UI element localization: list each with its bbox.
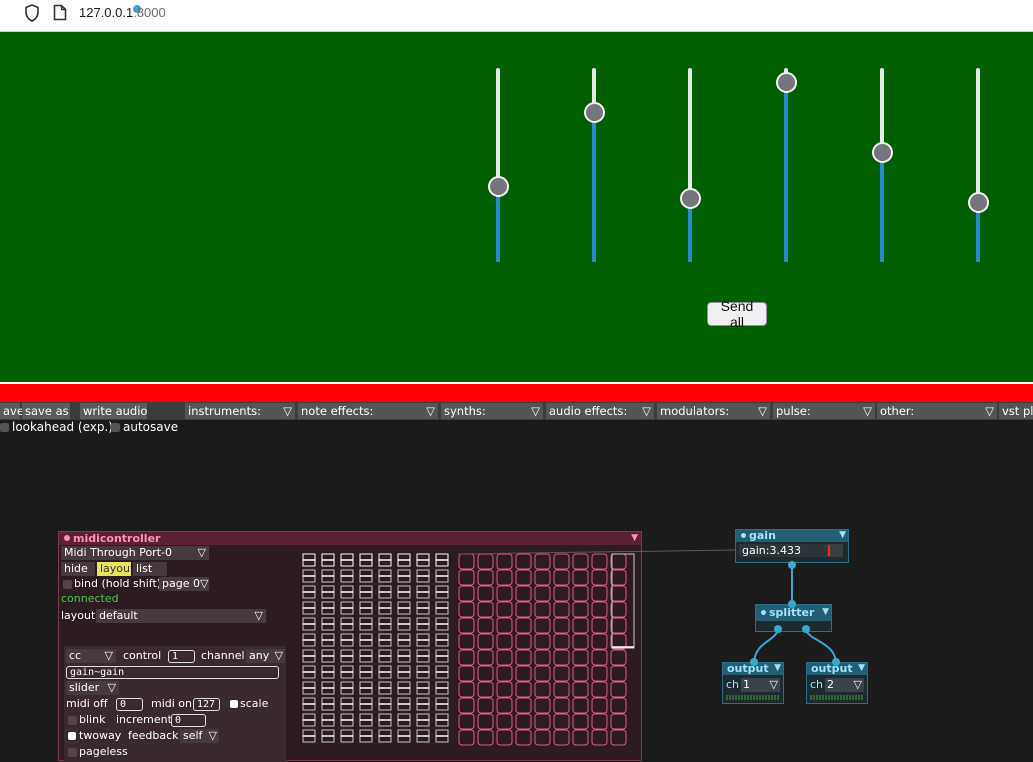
channel-dropdown[interactable]: 1 ▽ bbox=[741, 678, 780, 692]
channel-value: 2 bbox=[827, 678, 834, 691]
synths-dropdown[interactable]: synths: ▽ bbox=[441, 403, 543, 419]
gain-slider-marker bbox=[828, 545, 830, 556]
note-effects-dropdown[interactable]: note effects: ▽ bbox=[298, 403, 438, 419]
chevron-down-icon: ▽ bbox=[283, 404, 292, 418]
output-title: output bbox=[727, 662, 769, 675]
channel-dropdown[interactable]: 2 ▽ bbox=[825, 678, 864, 692]
output-node-1[interactable]: output ▼ ch 1 ▽ bbox=[722, 662, 784, 704]
red-divider-bar bbox=[0, 382, 1033, 402]
write-audio-button[interactable]: write audio bbox=[80, 403, 147, 419]
gain-titlebar[interactable]: gain ▼ bbox=[736, 530, 848, 542]
slider-fill bbox=[784, 82, 788, 262]
url-text[interactable]: 127.0.0.1:8000 bbox=[79, 5, 166, 20]
enable-dot-icon[interactable] bbox=[741, 533, 746, 538]
level-meter bbox=[726, 695, 780, 700]
collapse-arrow-icon[interactable]: ▼ bbox=[839, 529, 846, 541]
dropdown-label: instruments: bbox=[188, 404, 261, 418]
channel-value: 1 bbox=[743, 678, 750, 691]
chevron-down-icon: ▽ bbox=[985, 404, 994, 418]
slider-thumb[interactable] bbox=[584, 101, 605, 123]
slider-1[interactable] bbox=[486, 68, 510, 268]
slider-3[interactable] bbox=[678, 68, 702, 268]
vst-plugins-dropdown[interactable]: vst plu bbox=[999, 403, 1033, 419]
url-host: 127.0.0.1 bbox=[79, 5, 134, 20]
collapse-arrow-icon[interactable]: ▼ bbox=[774, 662, 781, 674]
slider-6[interactable] bbox=[966, 68, 990, 268]
enable-dot-icon[interactable] bbox=[761, 610, 766, 615]
url-port: :8000 bbox=[133, 5, 166, 20]
send-all-button[interactable]: Send all bbox=[707, 298, 767, 330]
dropdown-label: vst plu bbox=[1002, 404, 1033, 418]
level-meter bbox=[810, 695, 864, 700]
splitter-input-port[interactable] bbox=[788, 600, 796, 608]
save-as-button[interactable]: save as bbox=[22, 403, 70, 419]
dropdown-label: pulse: bbox=[776, 404, 811, 418]
channel-label: ch bbox=[726, 678, 740, 691]
slider-2[interactable] bbox=[582, 68, 606, 268]
autosave-checkbox[interactable] bbox=[111, 423, 120, 432]
gain-output-port[interactable] bbox=[788, 561, 796, 569]
channel-label: ch bbox=[810, 678, 824, 691]
autosave-label: autosave bbox=[123, 420, 179, 434]
dropdown-label: note effects: bbox=[301, 404, 374, 418]
slider-stage: Send all bbox=[0, 32, 1033, 382]
output-2-input-port[interactable] bbox=[832, 658, 840, 666]
dropdown-label: other: bbox=[880, 404, 915, 418]
collapse-arrow-icon[interactable]: ▼ bbox=[822, 604, 829, 620]
slider-thumb[interactable] bbox=[872, 142, 893, 164]
chevron-down-icon: ▽ bbox=[426, 404, 435, 418]
slider-thumb[interactable] bbox=[488, 175, 509, 197]
pulse-dropdown[interactable]: pulse: ▽ bbox=[773, 403, 875, 419]
output-node-2[interactable]: output ▼ ch 2 ▽ bbox=[806, 662, 868, 704]
slider-fill bbox=[496, 185, 500, 262]
modulators-dropdown[interactable]: modulators: ▽ bbox=[657, 403, 770, 419]
gain-slider[interactable]: gain:3.433 bbox=[739, 544, 843, 557]
gain-node[interactable]: gain ▼ gain:3.433 bbox=[735, 529, 849, 563]
slider-thumb[interactable] bbox=[776, 72, 797, 93]
chevron-down-icon: ▽ bbox=[769, 678, 778, 691]
lookahead-checkbox[interactable] bbox=[0, 423, 9, 432]
browser-url-bar[interactable]: 127.0.0.1:8000 bbox=[0, 0, 1033, 32]
shield-icon bbox=[25, 4, 39, 22]
slider-fill bbox=[880, 152, 884, 262]
collapse-arrow-icon[interactable]: ▼ bbox=[858, 662, 865, 674]
chevron-down-icon: ▽ bbox=[853, 678, 862, 691]
dropdown-label: synths: bbox=[444, 404, 486, 418]
chevron-down-icon: ▽ bbox=[863, 404, 872, 418]
chevron-down-icon: ▽ bbox=[642, 404, 651, 418]
page-icon bbox=[53, 4, 67, 21]
audio-effects-dropdown[interactable]: audio effects: ▽ bbox=[546, 403, 654, 419]
other-dropdown[interactable]: other: ▽ bbox=[877, 403, 997, 419]
splitter-output-port-1[interactable] bbox=[774, 625, 782, 633]
slider-thumb[interactable] bbox=[968, 191, 989, 213]
output-1-input-port[interactable] bbox=[750, 658, 758, 666]
chevron-down-icon: ▽ bbox=[758, 404, 767, 418]
dropdown-label: modulators: bbox=[660, 404, 730, 418]
gain-value: gain:3.433 bbox=[742, 544, 801, 557]
dropdown-label: audio effects: bbox=[549, 404, 628, 418]
save-button[interactable]: ave bbox=[0, 403, 24, 419]
slider-fill bbox=[592, 111, 596, 262]
toolbar-options-row: lookahead (exp.) autosave bbox=[0, 420, 1033, 436]
lookahead-label: lookahead (exp.) bbox=[12, 420, 113, 434]
splitter-node[interactable]: splitter ▼ bbox=[755, 604, 832, 632]
patch-wires bbox=[457, 549, 837, 665]
slider-thumb[interactable] bbox=[680, 188, 701, 210]
chevron-down-icon: ▽ bbox=[531, 404, 540, 418]
slider-4[interactable] bbox=[774, 68, 798, 268]
slider-5[interactable] bbox=[870, 68, 894, 268]
splitter-output-port-2[interactable] bbox=[802, 625, 810, 633]
module-toolbar: ave save as write audio instruments: ▽ no… bbox=[0, 402, 1033, 420]
gain-title: gain bbox=[749, 529, 776, 542]
instruments-dropdown[interactable]: instruments: ▽ bbox=[185, 403, 295, 419]
